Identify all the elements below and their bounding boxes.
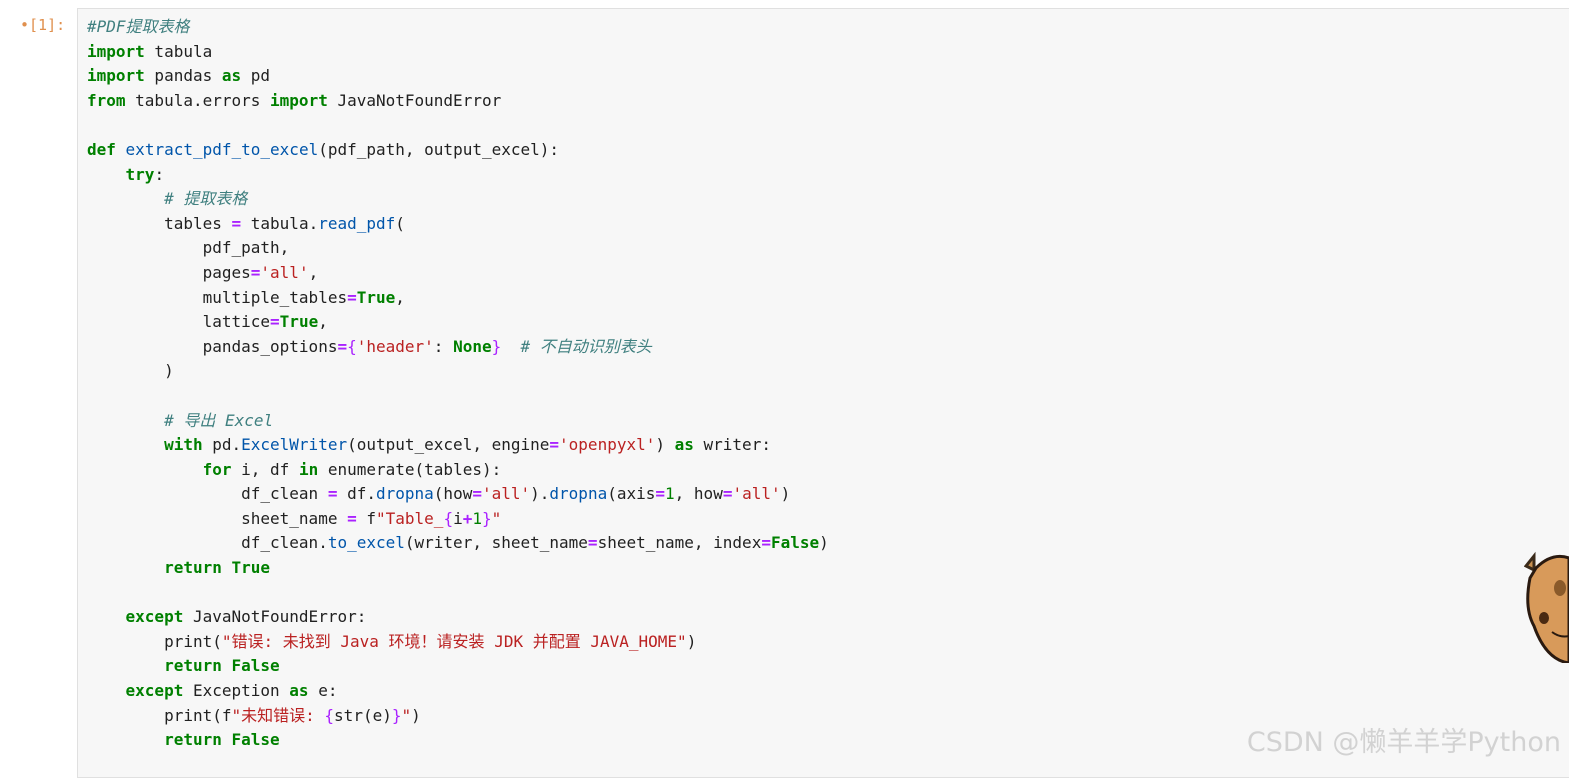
cell-modified-dot: • [20, 16, 30, 34]
code-line-27: return False [164, 656, 280, 676]
execution-count-label: [1]: [29, 16, 66, 34]
code-text[interactable]: #PDF提取表格 import tabula import pandas as pd… [87, 15, 829, 753]
cell-execution-prompt: •[1]: [20, 16, 65, 34]
code-line-3: import pandas as pd [87, 66, 271, 86]
code-line-21: sheet_name = f"Table_{i+1}" [241, 508, 502, 528]
code-line-30: return False [164, 730, 280, 750]
code-line-25: except JavaNotFoundError: [125, 607, 367, 627]
code-editor[interactable]: #PDF提取表格 import tabula import pandas as pd… [77, 8, 1569, 778]
code-line-14: pandas_options={'header': None} # 不自动识别表… [202, 336, 652, 356]
code-line-1: #PDF提取表格 [87, 17, 190, 36]
code-line-4: from tabula.errors import JavaNotFoundEr… [87, 90, 502, 110]
code-line-7: try: [125, 164, 165, 184]
code-line-2: import tabula [87, 41, 213, 61]
code-line-6: def extract_pdf_to_excel(pdf_path, outpu… [87, 139, 560, 159]
mascot-cow-icon [1524, 551, 1569, 663]
code-line-20: df_clean = df.dropna(how='all').dropna(a… [241, 484, 791, 504]
watermark-text: CSDN @懒羊羊学Python [1246, 727, 1561, 758]
code-line-13: lattice=True, [202, 312, 328, 332]
code-line-26: print("错误: 未找到 Java 环境！请安装 JDK 并配置 JAVA_… [164, 631, 697, 651]
code-line-28: except Exception as e: [125, 681, 338, 701]
code-line-12: multiple_tables=True, [202, 287, 405, 307]
code-line-23: return True [164, 558, 271, 578]
code-line-15: ) [164, 361, 174, 381]
code-line-19: for i, df in enumerate(tables): [202, 459, 502, 479]
code-line-18: with pd.ExcelWriter(output_excel, engine… [164, 435, 771, 455]
code-line-8: # 提取表格 [164, 189, 248, 209]
code-line-11: pages='all', [202, 262, 319, 282]
code-line-10: pdf_path, [202, 238, 290, 258]
code-line-22: df_clean.to_excel(writer, sheet_name=she… [241, 533, 829, 553]
code-line-17: # 导出 Excel [164, 410, 274, 430]
notebook-code-cell[interactable]: •[1]: #PDF提取表格 import tabula import pandas… [0, 0, 1569, 778]
code-line-9: tables = tabula.read_pdf( [164, 213, 405, 233]
code-line-29: print(f"未知错误: {str(e)}") [164, 705, 421, 725]
